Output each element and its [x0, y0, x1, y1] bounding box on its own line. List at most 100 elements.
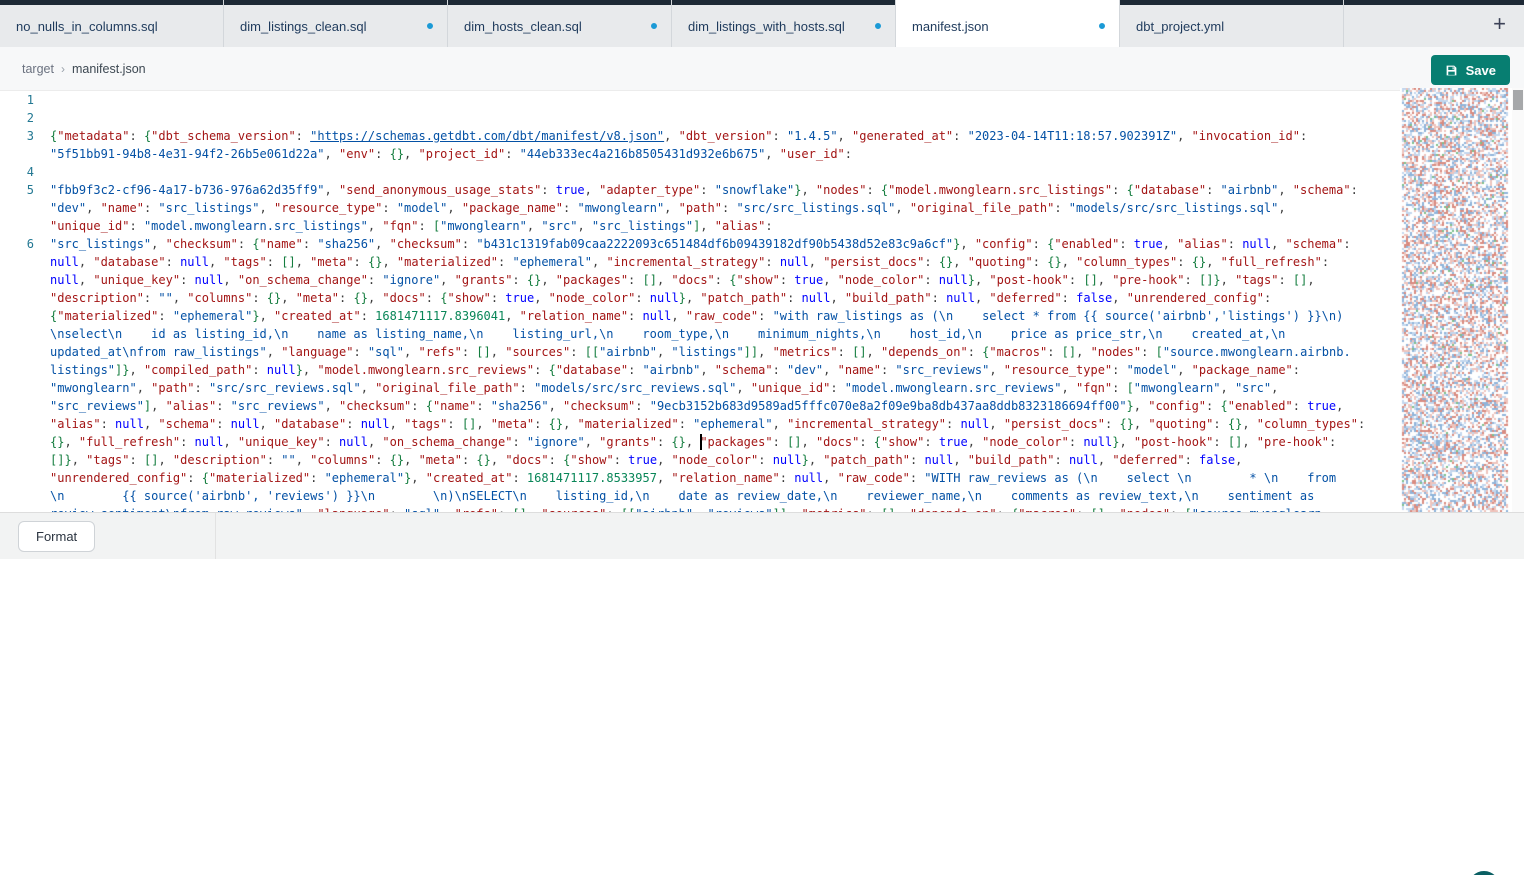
- code-line: "unique_id": "model.mwonglearn.src_listi…: [0, 217, 1400, 235]
- results-panel: [0, 559, 1524, 875]
- tab-label: dim_hosts_clean.sql: [464, 19, 582, 34]
- code-text: listings"]}, "compiled_path": null}, "mo…: [50, 361, 1300, 379]
- code-text: null, "database": null, "tags": [], "met…: [50, 253, 1329, 271]
- tab-dbt_project.yml[interactable]: dbt_project.yml: [1120, 0, 1344, 47]
- code-line: "src_reviews"], "alias": "src_reviews", …: [0, 397, 1400, 415]
- code-text: "description": "", "columns": {}, "meta"…: [50, 289, 1271, 307]
- code-line: 1: [0, 91, 1400, 109]
- code-text: \nselect\n id as listing_id,\n name as l…: [50, 325, 1285, 343]
- code-text: "src_listings", "checksum": {"name": "sh…: [50, 235, 1351, 253]
- line-number: [0, 145, 50, 163]
- code-text: "5f51bb91-94b8-4e31-94f2-26b5e061d22a", …: [50, 145, 852, 163]
- minimap[interactable]: [1400, 88, 1512, 512]
- code-text: {"metadata": {"dbt_schema_version": "htt…: [50, 127, 1307, 145]
- line-number: [0, 343, 50, 361]
- tab-label: no_nulls_in_columns.sql: [16, 19, 158, 34]
- line-number: [0, 505, 50, 512]
- open-tabs: no_nulls_in_columns.sql dim_listings_clea…: [0, 0, 1344, 47]
- save-icon: [1445, 64, 1458, 77]
- line-number: [0, 379, 50, 397]
- tab-dim_listings_clean.sql[interactable]: dim_listings_clean.sql: [224, 0, 448, 47]
- code-line: "description": "", "columns": {}, "meta"…: [0, 289, 1400, 307]
- scrollbar-thumb[interactable]: [1513, 90, 1523, 110]
- code-line: {"materialized": "ephemeral"}, "created_…: [0, 307, 1400, 325]
- code-text: {"materialized": "ephemeral"}, "created_…: [50, 307, 1343, 325]
- code-text: "unique_id": "model.mwonglearn.src_listi…: [50, 217, 773, 235]
- tab-dim_listings_with_hosts.sql[interactable]: dim_listings_with_hosts.sql: [672, 0, 896, 47]
- ide-window: no_nulls_in_columns.sql dim_listings_clea…: [0, 0, 1524, 875]
- editor-action-bar: Format: [0, 512, 1524, 559]
- code-line: updated_at\nfrom raw_listings", "languag…: [0, 343, 1400, 361]
- unsaved-changes-icon[interactable]: [651, 23, 657, 29]
- tab-label: dbt_project.yml: [1136, 19, 1224, 34]
- line-number: 1: [0, 91, 50, 109]
- unsaved-changes-icon[interactable]: [427, 23, 433, 29]
- code-text: []}, "tags": [], "description": "", "col…: [50, 451, 1242, 469]
- save-button[interactable]: Save: [1431, 55, 1510, 85]
- code-text: "dev", "name": "src_listings", "resource…: [50, 199, 1286, 217]
- line-number: [0, 271, 50, 289]
- code-text: "src_reviews"], "alias": "src_reviews", …: [50, 397, 1343, 415]
- breadcrumb-file[interactable]: manifest.json: [72, 62, 146, 76]
- new-file-button[interactable]: +: [1487, 13, 1512, 39]
- line-number: 4: [0, 163, 50, 181]
- breadcrumb-bar: target › manifest.json Save: [0, 47, 1524, 91]
- code-line: "unrendered_config": {"materialized": "e…: [0, 469, 1400, 487]
- line-number: [0, 415, 50, 433]
- editor-scrollbar[interactable]: [1512, 88, 1524, 512]
- code-line: review_sentiment\nfrom raw_reviews", "la…: [0, 505, 1400, 512]
- code-line: "dev", "name": "src_listings", "resource…: [0, 199, 1400, 217]
- unsaved-changes-icon[interactable]: [1099, 23, 1105, 29]
- tab-label: manifest.json: [912, 19, 989, 34]
- code-line: []}, "tags": [], "description": "", "col…: [0, 451, 1400, 469]
- tab-label: dim_listings_with_hosts.sql: [688, 19, 845, 34]
- line-number: [0, 451, 50, 469]
- code-line: listings"]}, "compiled_path": null}, "mo…: [0, 361, 1400, 379]
- code-text: null, "unique_key": null, "on_schema_cha…: [50, 271, 1315, 289]
- save-button-label: Save: [1466, 63, 1496, 78]
- code-line: \n {{ source('airbnb', 'reviews') }}\n \…: [0, 487, 1400, 505]
- line-number: 5: [0, 181, 50, 199]
- tab-no_nulls_in_columns.sql[interactable]: no_nulls_in_columns.sql: [0, 0, 224, 47]
- code-line: 6"src_listings", "checksum": {"name": "s…: [0, 235, 1400, 253]
- chevron-right-icon: ›: [61, 62, 65, 76]
- line-number: [0, 433, 50, 451]
- unsaved-changes-icon[interactable]: [875, 23, 881, 29]
- code-line: "5f51bb91-94b8-4e31-94f2-26b5e061d22a", …: [0, 145, 1400, 163]
- tab-manifest.json[interactable]: manifest.json: [896, 0, 1120, 47]
- code-text: "mwonglearn", "path": "src/src_reviews.s…: [50, 379, 1278, 397]
- code-line: \nselect\n id as listing_id,\n name as l…: [0, 325, 1400, 343]
- line-number: [0, 217, 50, 235]
- code-text: \n {{ source('airbnb', 'reviews') }}\n \…: [50, 487, 1314, 505]
- code-line: "alias": null, "schema": null, "database…: [0, 415, 1400, 433]
- line-number: 2: [0, 109, 50, 127]
- code-line: 2: [0, 109, 1400, 127]
- breadcrumb: target › manifest.json: [22, 62, 146, 76]
- line-number: [0, 325, 50, 343]
- line-number: [0, 487, 50, 505]
- code-text: "unrendered_config": {"materialized": "e…: [50, 469, 1336, 487]
- code-text: review_sentiment\nfrom raw_reviews", "la…: [50, 505, 1329, 512]
- format-button[interactable]: Format: [18, 521, 95, 552]
- line-number: [0, 469, 50, 487]
- line-number: 6: [0, 235, 50, 253]
- line-number: [0, 199, 50, 217]
- text-cursor: [700, 434, 702, 450]
- line-number: [0, 253, 50, 271]
- code-line: null, "unique_key": null, "on_schema_cha…: [0, 271, 1400, 289]
- line-number: [0, 307, 50, 325]
- code-text: "alias": null, "schema": null, "database…: [50, 415, 1365, 433]
- tab-strip-filler: +: [1344, 0, 1524, 47]
- code-text: {}, "full_refresh": null, "unique_key": …: [50, 433, 1336, 451]
- code-text: "fbb9f3c2-cf96-4a17-b736-976a62d35ff9", …: [50, 181, 1358, 199]
- tab-strip: no_nulls_in_columns.sql dim_listings_clea…: [0, 0, 1524, 47]
- tab-dim_hosts_clean.sql[interactable]: dim_hosts_clean.sql: [448, 0, 672, 47]
- line-number: 3: [0, 127, 50, 145]
- code-line: 5"fbb9f3c2-cf96-4a17-b736-976a62d35ff9",…: [0, 181, 1400, 199]
- code-line: "mwonglearn", "path": "src/src_reviews.s…: [0, 379, 1400, 397]
- tab-label: dim_listings_clean.sql: [240, 19, 366, 34]
- line-number: [0, 361, 50, 379]
- breadcrumb-folder[interactable]: target: [22, 62, 54, 76]
- line-number: [0, 289, 50, 307]
- format-cell: Format: [0, 513, 216, 559]
